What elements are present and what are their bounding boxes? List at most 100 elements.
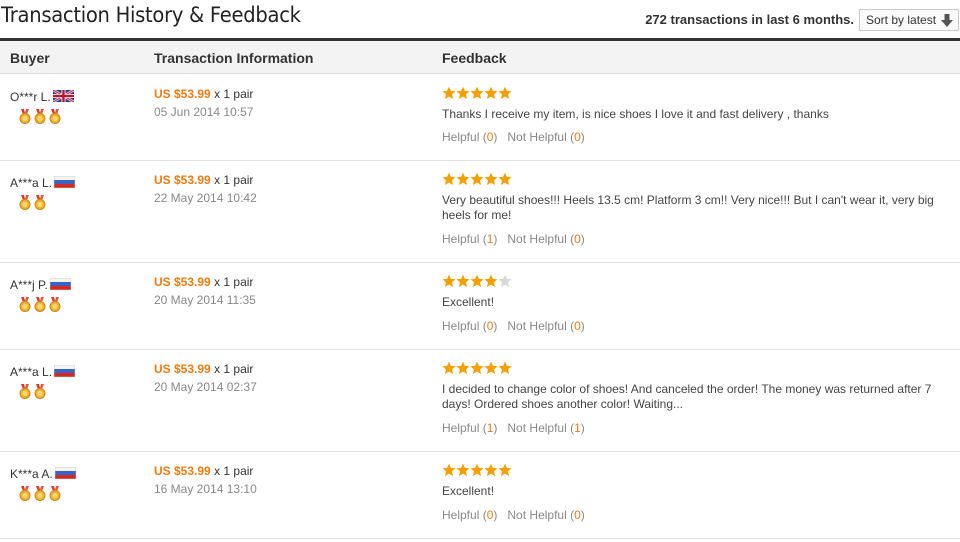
arrow-down-icon: [941, 14, 953, 27]
helpful-label: Helpful: [442, 130, 480, 144]
helpful-count: 1: [486, 232, 494, 246]
not-helpful-count: 0: [574, 232, 581, 246]
star-rating-icon: [442, 463, 512, 477]
quantity: x 1 pair: [214, 464, 254, 478]
buyer-name: K***a A.: [10, 467, 76, 481]
column-header-feedback: Feedback: [442, 50, 507, 66]
feedback-row: A***j P. US $53.99 x 1 pair 20 May 2014 11…: [0, 263, 960, 350]
helpful-label: Helpful: [442, 421, 480, 435]
not-helpful-count: 0: [574, 319, 581, 333]
not-helpful-label: Not Helpful: [507, 319, 567, 333]
helpful-label: Helpful: [442, 508, 480, 522]
helpful-link[interactable]: Helpful (1): [442, 232, 497, 246]
quantity: x 1 pair: [214, 87, 254, 101]
not-helpful-count: 0: [574, 508, 581, 522]
transaction-date: 20 May 2014 02:37: [154, 380, 257, 394]
star-rating-icon: [442, 172, 512, 186]
not-helpful-label: Not Helpful: [507, 232, 567, 246]
not-helpful-link[interactable]: Not Helpful (0): [507, 232, 584, 246]
quantity: x 1 pair: [214, 173, 254, 187]
sort-dropdown[interactable]: Sort by latest: [859, 9, 959, 31]
russia-flag-icon: [52, 176, 76, 190]
feedback-comment: Thanks I receive my item, is nice shoes …: [442, 107, 829, 121]
feedback-row: K***a A. US $53.99 x 1 pair 16 May 2014 13…: [0, 452, 960, 539]
helpful-votes: Helpful (0) Not Helpful (0): [442, 508, 585, 522]
not-helpful-link[interactable]: Not Helpful (0): [507, 130, 584, 144]
helpful-link[interactable]: Helpful (0): [442, 508, 497, 522]
price-value: US $53.99: [154, 87, 211, 101]
column-header-buyer: Buyer: [10, 50, 50, 66]
buyer-medals-icon: [19, 195, 49, 211]
buyer-label: A***a L.: [10, 176, 53, 190]
quantity: x 1 pair: [214, 362, 254, 376]
buyer-label: A***j P.: [10, 278, 48, 292]
helpful-link[interactable]: Helpful (0): [442, 130, 497, 144]
helpful-link[interactable]: Helpful (0): [442, 319, 497, 333]
buyer-name: A***a L.: [10, 176, 76, 190]
transaction-date: 05 Jun 2014 10:57: [154, 105, 254, 119]
not-helpful-label: Not Helpful: [507, 421, 567, 435]
buyer-label: K***a A.: [10, 467, 53, 481]
feedback-comment: I decided to change color of shoes! And …: [442, 382, 932, 411]
helpful-count: 0: [486, 130, 494, 144]
helpful-label: Helpful: [442, 319, 480, 333]
feedback-comment: Excellent!: [442, 295, 495, 309]
buyer-medals-icon: [19, 297, 64, 313]
buyer-medals-icon: [19, 486, 64, 502]
helpful-votes: Helpful (1) Not Helpful (1): [442, 421, 585, 435]
transaction-date: 22 May 2014 10:42: [154, 191, 257, 205]
helpful-votes: Helpful (0) Not Helpful (0): [442, 130, 585, 144]
buyer-label: A***a L.: [10, 365, 53, 379]
buyer-label: O***r L.: [10, 90, 51, 104]
russia-flag-icon: [52, 365, 76, 379]
column-header-transaction: Transaction Information: [154, 50, 314, 66]
helpful-votes: Helpful (0) Not Helpful (0): [442, 319, 585, 333]
helpful-label: Helpful: [442, 232, 480, 246]
star-rating-icon: [442, 274, 512, 288]
feedback-comment: Excellent!: [442, 484, 495, 498]
transaction-price: US $53.99 x 1 pair: [154, 464, 253, 478]
not-helpful-link[interactable]: Not Helpful (0): [507, 508, 584, 522]
buyer-medals-icon: [19, 109, 64, 125]
helpful-votes: Helpful (1) Not Helpful (0): [442, 232, 585, 246]
star-rating-icon: [442, 361, 512, 375]
not-helpful-label: Not Helpful: [507, 508, 567, 522]
transaction-price: US $53.99 x 1 pair: [154, 173, 253, 187]
sort-label: Sort by latest: [866, 13, 937, 27]
feedback-row: A***a L. US $53.99 x 1 pair 22 May 2014 10…: [0, 161, 960, 263]
quantity: x 1 pair: [214, 275, 254, 289]
helpful-count: 0: [486, 508, 494, 522]
page-header: Transaction History & Feedback 272 trans…: [0, 0, 960, 38]
price-value: US $53.99: [154, 464, 211, 478]
buyer-name: A***j P.: [10, 278, 71, 292]
star-rating-icon: [442, 86, 512, 100]
buyer-name: O***r L.: [10, 90, 74, 104]
feedback-row: O***r L. US $53.99 x 1 pair 05 Jun 2014 10…: [0, 75, 960, 161]
transaction-price: US $53.99 x 1 pair: [154, 275, 253, 289]
price-value: US $53.99: [154, 173, 211, 187]
page-title: Transaction History & Feedback: [1, 3, 301, 27]
not-helpful-count: 0: [574, 130, 581, 144]
helpful-count: 1: [486, 421, 494, 435]
table-header: Buyer Transaction Information Feedback: [0, 38, 960, 74]
russia-flag-icon: [53, 467, 76, 481]
transaction-date: 16 May 2014 13:10: [154, 482, 257, 496]
feedback-row: A***a L. US $53.99 x 1 pair 20 May 2014 02…: [0, 350, 960, 452]
buyer-name: A***a L.: [10, 365, 76, 379]
uk-flag-icon: [51, 90, 74, 104]
transaction-price: US $53.99 x 1 pair: [154, 87, 253, 101]
russia-flag-icon: [48, 278, 71, 292]
feedback-comment: Very beautiful shoes!!! Heels 13.5 cm! P…: [442, 193, 934, 222]
price-value: US $53.99: [154, 275, 211, 289]
helpful-count: 0: [486, 319, 494, 333]
not-helpful-label: Not Helpful: [507, 130, 567, 144]
not-helpful-count: 1: [574, 421, 581, 435]
transaction-date: 20 May 2014 11:35: [154, 293, 256, 307]
buyer-medals-icon: [19, 384, 49, 400]
not-helpful-link[interactable]: Not Helpful (1): [507, 421, 584, 435]
transaction-price: US $53.99 x 1 pair: [154, 362, 253, 376]
transaction-count: 272 transactions in last 6 months.: [645, 12, 854, 27]
helpful-link[interactable]: Helpful (1): [442, 421, 497, 435]
price-value: US $53.99: [154, 362, 211, 376]
not-helpful-link[interactable]: Not Helpful (0): [507, 319, 584, 333]
